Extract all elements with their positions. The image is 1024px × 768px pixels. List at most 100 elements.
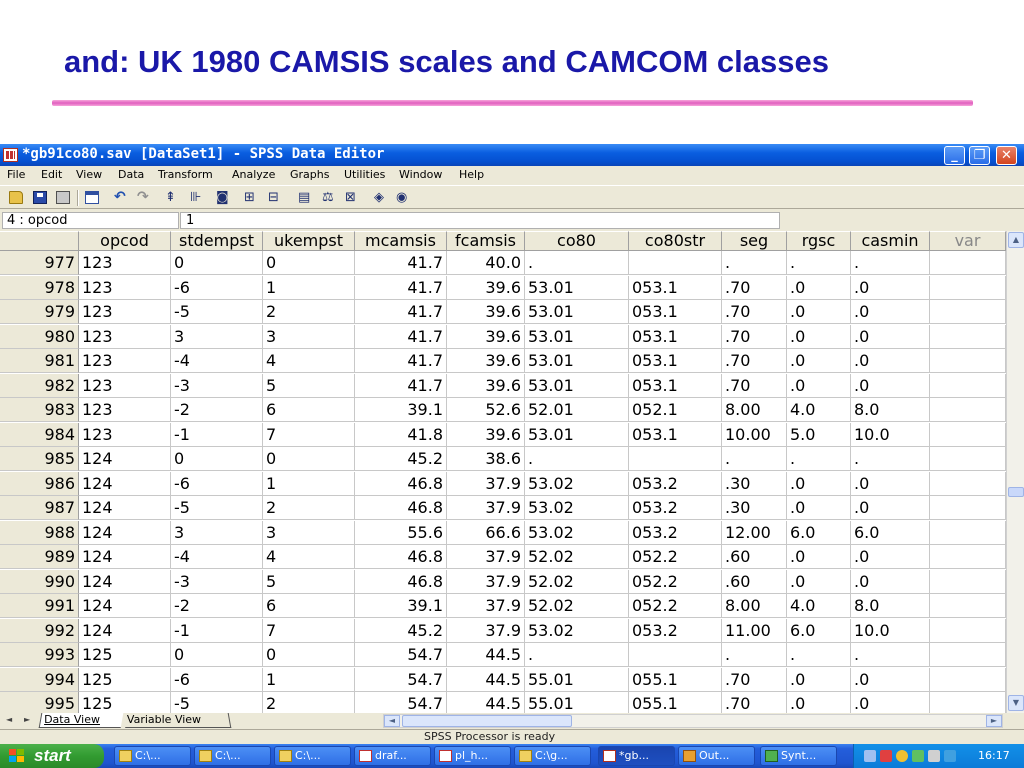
insert-case-icon[interactable]: ⊞: [244, 191, 258, 204]
table-cell[interactable]: 53.01: [525, 349, 629, 373]
row-number[interactable]: 978: [0, 275, 79, 300]
table-cell[interactable]: .60: [722, 545, 787, 569]
table-cell[interactable]: 053.2: [629, 618, 722, 643]
table-cell[interactable]: 53.02: [525, 471, 629, 496]
table-cell[interactable]: 123: [79, 300, 171, 324]
table-cell[interactable]: 52.02: [525, 594, 629, 618]
row-number[interactable]: 994: [0, 667, 79, 692]
menu-transform[interactable]: Transform: [158, 168, 213, 181]
use-sets-icon[interactable]: ◉: [396, 191, 410, 204]
table-cell[interactable]: 053.1: [629, 324, 722, 349]
column-header[interactable]: rgsc: [787, 231, 851, 251]
table-cell[interactable]: 3: [263, 324, 355, 349]
table-cell[interactable]: .0: [851, 692, 930, 713]
table-row[interactable]: 982 123 -3 5 41.7 39.6 53.01 053.1.70.0.0: [0, 373, 1006, 398]
tab-data-view[interactable]: Data View: [38, 713, 124, 728]
table-cell[interactable]: 39.6: [447, 349, 525, 373]
table-cell[interactable]: 124: [79, 496, 171, 520]
table-row[interactable]: 990 124 -3 5 46.8 37.9 52.02 052.2.60.0.0: [0, 569, 1006, 594]
table-row[interactable]: 993 125 0 0 54.7 44.5....: [0, 643, 1006, 667]
open-icon[interactable]: [9, 191, 23, 204]
table-cell[interactable]: 46.8: [355, 471, 447, 496]
table-cell[interactable]: 0: [171, 251, 263, 275]
table-row[interactable]: 995 125 -5 2 54.7 44.5 55.01 055.1.70.0.0: [0, 692, 1006, 713]
table-cell[interactable]: 053.2: [629, 496, 722, 520]
table-cell[interactable]: 124: [79, 594, 171, 618]
table-cell[interactable]: 39.1: [355, 398, 447, 422]
table-cell[interactable]: 055.1: [629, 692, 722, 713]
spss-app-icon[interactable]: [3, 148, 18, 162]
print-icon[interactable]: [56, 191, 70, 204]
table-cell[interactable]: 123: [79, 398, 171, 422]
row-number[interactable]: 982: [0, 373, 79, 398]
table-row[interactable]: 983 123 -2 6 39.1 52.6 52.01 052.1 8.00 4.0 8.0: [0, 398, 1006, 422]
table-cell[interactable]: 124: [79, 447, 171, 471]
table-cell[interactable]: 45.2: [355, 618, 447, 643]
table-cell[interactable]: 10.0: [851, 422, 930, 447]
table-cell[interactable]: .0: [787, 349, 851, 373]
table-cell[interactable]: 6.0: [787, 520, 851, 545]
table-cell[interactable]: .0: [787, 275, 851, 300]
tab-variable-view[interactable]: Variable View: [122, 713, 232, 728]
security-icon[interactable]: [896, 750, 908, 762]
table-cell[interactable]: -4: [171, 545, 263, 569]
table-cell[interactable]: .0: [787, 496, 851, 520]
table-cell[interactable]: 52.02: [525, 545, 629, 569]
table-cell[interactable]: .0: [851, 324, 930, 349]
table-cell[interactable]: [930, 496, 1006, 520]
table-cell[interactable]: 4: [263, 349, 355, 373]
table-cell[interactable]: 3: [171, 324, 263, 349]
menu-view[interactable]: View: [76, 168, 102, 181]
table-cell[interactable]: 2: [263, 692, 355, 713]
table-cell[interactable]: .: [787, 643, 851, 667]
find-icon[interactable]: ◙: [216, 191, 230, 204]
tab-next-icon[interactable]: ►: [24, 715, 30, 724]
column-header[interactable]: seg: [722, 231, 787, 251]
table-cell[interactable]: .70: [722, 373, 787, 398]
row-number[interactable]: 981: [0, 349, 79, 373]
table-cell[interactable]: 053.1: [629, 422, 722, 447]
table-cell[interactable]: 66.6: [447, 520, 525, 545]
table-cell[interactable]: .0: [851, 300, 930, 324]
table-cell[interactable]: 123: [79, 422, 171, 447]
table-cell[interactable]: -4: [171, 349, 263, 373]
table-cell[interactable]: 52.01: [525, 398, 629, 422]
horizontal-scroll-thumb[interactable]: [402, 715, 572, 727]
table-cell[interactable]: 6: [263, 398, 355, 422]
row-number[interactable]: 983: [0, 398, 79, 422]
table-cell[interactable]: .0: [787, 692, 851, 713]
table-cell[interactable]: [930, 594, 1006, 618]
scroll-right-icon[interactable]: ►: [986, 715, 1002, 727]
table-cell[interactable]: 3: [263, 520, 355, 545]
select-cases-icon[interactable]: ⊠: [345, 191, 359, 204]
weight-cases-icon[interactable]: ⚖: [322, 191, 336, 204]
table-row[interactable]: 981 123 -4 4 41.7 39.6 53.01 053.1.70.0.0: [0, 349, 1006, 373]
table-cell[interactable]: -2: [171, 594, 263, 618]
split-file-icon[interactable]: ▤: [298, 191, 312, 204]
table-cell[interactable]: 53.01: [525, 300, 629, 324]
table-row[interactable]: 979 123 -5 2 41.7 39.6 53.01 053.1.70.0.0: [0, 300, 1006, 324]
table-cell[interactable]: .30: [722, 471, 787, 496]
table-cell[interactable]: 52.6: [447, 398, 525, 422]
table-cell[interactable]: 123: [79, 275, 171, 300]
table-cell[interactable]: 8.0: [851, 398, 930, 422]
table-cell[interactable]: 37.9: [447, 545, 525, 569]
taskbar-item[interactable]: C:\...: [274, 746, 351, 766]
table-cell[interactable]: 44.5: [447, 667, 525, 692]
value-labels-icon[interactable]: ◈: [374, 191, 388, 204]
table-cell[interactable]: 053.2: [629, 471, 722, 496]
table-cell[interactable]: [930, 618, 1006, 643]
table-cell[interactable]: .0: [851, 545, 930, 569]
row-number[interactable]: 987: [0, 496, 79, 520]
column-header[interactable]: co80: [525, 231, 629, 251]
scroll-down-icon[interactable]: ▼: [1008, 695, 1024, 711]
table-row[interactable]: 989 124 -4 4 46.8 37.9 52.02 052.2.60.0.0: [0, 545, 1006, 569]
table-row[interactable]: 985 124 0 0 45.2 38.6....: [0, 447, 1006, 471]
scroll-left-icon[interactable]: ◄: [384, 715, 400, 727]
table-cell[interactable]: 55.6: [355, 520, 447, 545]
table-cell[interactable]: 37.9: [447, 569, 525, 594]
table-cell[interactable]: -6: [171, 471, 263, 496]
table-cell[interactable]: 46.8: [355, 569, 447, 594]
table-cell[interactable]: [930, 545, 1006, 569]
table-cell[interactable]: -6: [171, 275, 263, 300]
